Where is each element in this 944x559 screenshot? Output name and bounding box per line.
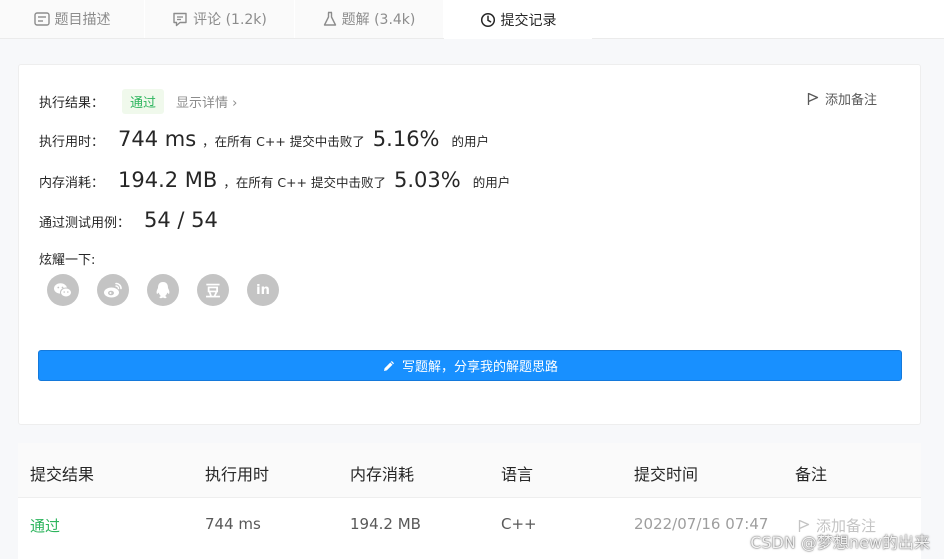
show-details-link[interactable]: 显示详情 › [176,92,237,111]
add-note-label: 添加备注 [825,93,878,108]
status-badge: 通过 [122,89,165,114]
column-header-result: 提交结果 [30,465,95,484]
tab-bar: 题目描述 评论 (1.2k) 题解 (3.4k) 提交记录 [0,0,944,39]
flag-icon [807,92,819,105]
tab-label: 评论 (1.2k) [193,12,267,28]
column-header-language: 语言 [501,465,534,484]
douban-icon[interactable]: 豆 [197,274,229,306]
write-solution-button[interactable]: 写题解，分享我的解题思路 [38,350,902,381]
linkedin-icon[interactable]: in [247,274,279,306]
runtime-row: 执行用时： 744 ms ，在所有 C++ 提交中击败了 5.16% 的用户 [39,127,489,151]
qq-icon[interactable] [147,274,179,306]
runtime-label: 执行用时： [39,135,105,150]
memory-row: 内存消耗： 194.2 MB ，在所有 C++ 提交中击败了 5.03% 的用户 [39,168,510,192]
result-label: 执行结果： [39,96,105,111]
runtime-value: 744 ms [118,127,197,151]
row-memory: 194.2 MB [350,515,421,533]
tab-solutions[interactable]: 题解 (3.4k) [295,0,443,38]
share-row: 炫耀一下: [39,249,95,268]
tests-label: 通过测试用例： [39,216,131,231]
runtime-suffix: 的用户 [451,134,490,149]
flask-icon [323,11,336,26]
linkedin-glyph: in [256,282,270,298]
tab-label: 题目描述 [54,12,111,28]
result-row: 执行结果： 通过 显示详情 › [39,89,237,114]
qq-glyph [156,281,170,298]
memory-description: ，在所有 C++ 提交中击败了 [223,175,386,190]
row-result[interactable]: 通过 [30,515,60,536]
runtime-description: ，在所有 C++ 提交中击败了 [202,134,365,149]
wechat-icon[interactable] [47,274,79,306]
memory-suffix: 的用户 [472,175,511,190]
tab-comments[interactable]: 评论 (1.2k) [145,0,294,38]
tests-row: 通过测试用例： 54 / 54 [39,208,218,232]
memory-label: 内存消耗： [39,176,105,191]
submission-result-card: 执行结果： 通过 显示详情 › 添加备注 执行用时： 744 ms ，在所有 C… [18,64,921,425]
column-header-memory: 内存消耗 [350,465,415,484]
table-header: 提交结果 执行用时 内存消耗 语言 提交时间 备注 [18,443,921,498]
row-time: 2022/07/16 07:47 [634,515,769,533]
tab-description[interactable]: 题目描述 [0,0,144,38]
watermark: CSDN @梦想new的出来 [750,533,930,552]
wechat-glyph [54,282,72,297]
memory-percent: 5.03% [393,168,461,192]
weibo-glyph [104,282,122,298]
clock-icon [480,12,495,27]
column-header-note: 备注 [795,465,828,484]
add-note-button[interactable]: 添加备注 [807,89,877,108]
pencil-icon [383,360,394,371]
tab-label: 提交记录 [500,12,557,29]
row-runtime: 744 ms [205,515,261,533]
memory-value: 194.2 MB [118,168,218,192]
column-header-runtime: 执行用时 [205,465,270,484]
share-label: 炫耀一下: [39,253,96,268]
tab-submissions[interactable]: 提交记录 [444,0,592,39]
weibo-icon[interactable] [97,274,129,306]
tab-label: 题解 (3.4k) [341,12,416,28]
douban-glyph: 豆 [205,281,221,300]
tests-value: 54 / 54 [144,208,218,232]
row-language: C++ [501,515,537,533]
description-icon [33,12,50,26]
comment-icon [173,12,187,26]
column-header-time: 提交时间 [634,465,699,484]
runtime-percent: 5.16% [372,127,440,151]
write-solution-label: 写题解，分享我的解题思路 [401,360,558,375]
